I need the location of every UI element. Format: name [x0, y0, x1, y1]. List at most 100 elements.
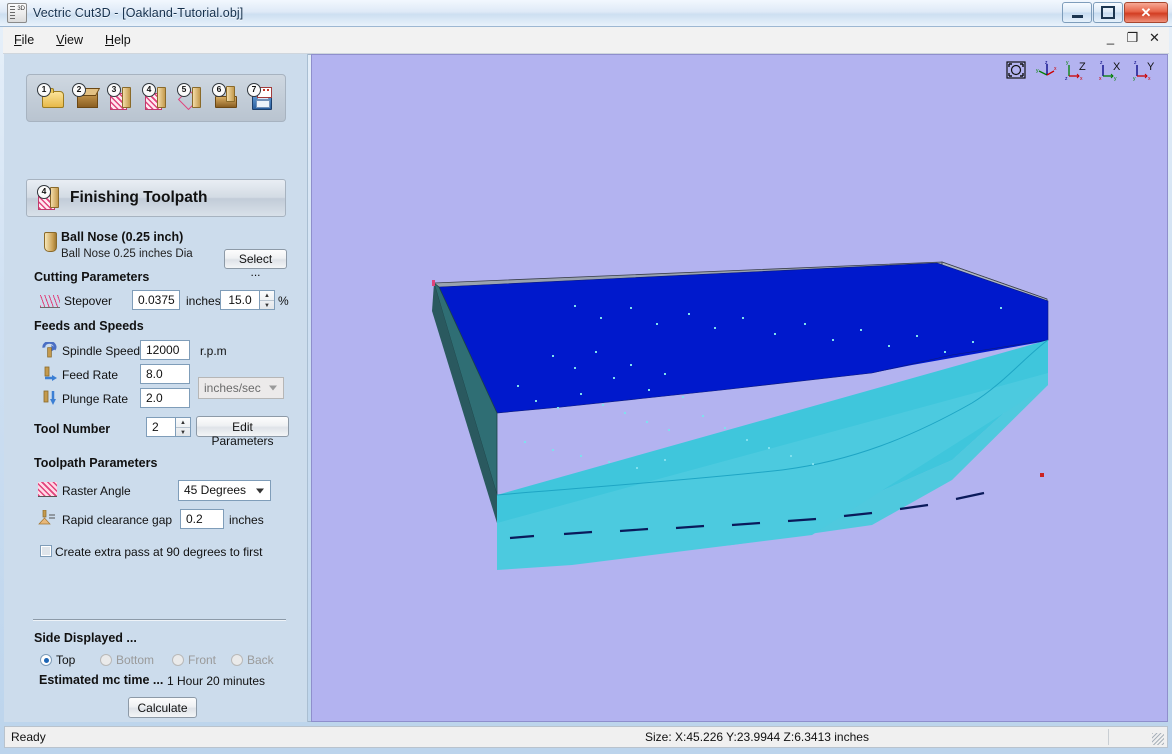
left-panel: 1 2 3 4 5 6 7 4 Finishing Toolpath Ball … [4, 54, 308, 722]
rapid-clearance-input[interactable]: 0.2 [180, 509, 224, 529]
radio-side-bottom[interactable] [100, 654, 112, 666]
step-number: 5 [177, 83, 191, 97]
finishing-toolpath-icon: 4 [37, 185, 61, 211]
rapid-clearance-label: Rapid clearance gap [62, 513, 173, 527]
window-title: Vectric Cut3D - [Oakland-Tutorial.obj] [33, 6, 244, 20]
rate-units-select[interactable]: inches/sec [198, 377, 284, 399]
side-displayed-title: Side Displayed ... [34, 631, 137, 645]
stepover-units-label: inches [186, 294, 221, 308]
close-button[interactable]: ✕ [1124, 2, 1168, 23]
maximize-button[interactable] [1093, 2, 1123, 23]
page-title: Finishing Toolpath [70, 189, 208, 206]
radio-side-back-label: Back [247, 653, 274, 667]
ball-nose-tool-icon [44, 232, 57, 252]
raster-angle-icon [38, 482, 57, 497]
menu-help-label: elp [114, 33, 131, 47]
rapid-clearance-units-label: inches [229, 513, 264, 527]
menu-file[interactable]: File [3, 30, 45, 50]
stepper-down-icon[interactable]: ▼ [176, 428, 190, 437]
svg-text:x: x [1054, 66, 1057, 72]
feed-rate-icon [44, 366, 57, 381]
radio-side-front[interactable] [172, 654, 184, 666]
close-icon: ✕ [1140, 5, 1152, 20]
menu-view[interactable]: View [45, 30, 94, 50]
tool-name: Ball Nose (0.25 inch) [61, 230, 184, 244]
application-window: Vectric Cut3D - [Oakland-Tutorial.obj] ✕… [0, 0, 1172, 754]
mdi-minimize-button[interactable]: _ [1104, 31, 1117, 44]
spindle-speed-label: Spindle Speed [62, 344, 141, 358]
mdi-close-button[interactable]: ✕ [1148, 31, 1161, 44]
step-number: 3 [107, 83, 121, 97]
stepper-down-icon[interactable]: ▼ [260, 301, 274, 310]
toolbar-step-5-cutout-toolpath[interactable]: 5 [177, 83, 204, 112]
zoom-to-fit-button[interactable] [1005, 59, 1027, 81]
chevron-down-icon [256, 488, 264, 493]
front-view-button[interactable]: z y x Y [1133, 59, 1159, 82]
stepover-percent-stepper[interactable]: ▲ ▼ [260, 290, 275, 310]
status-separator [1108, 729, 1109, 745]
svg-text:y: y [1036, 68, 1039, 74]
svg-text:y: y [1133, 76, 1136, 81]
3d-view-canvas[interactable]: y z x y z x Z z x y X z y x Y [311, 54, 1168, 722]
toolpath-parameters-title: Toolpath Parameters [34, 456, 158, 470]
feed-rate-label: Feed Rate [62, 368, 119, 382]
minimize-button[interactable] [1062, 2, 1092, 23]
toolbar-step-2-material-setup[interactable]: 2 [72, 83, 99, 112]
stepover-input[interactable]: 0.0375 [132, 290, 180, 310]
spindle-speed-icon [42, 342, 57, 358]
tool-number-input[interactable]: 2 [146, 417, 176, 437]
radio-side-front-label: Front [188, 653, 217, 667]
status-bar: Ready Size: X:45.226 Y:23.9944 Z:6.3413 … [4, 726, 1168, 748]
stepper-up-icon[interactable]: ▲ [176, 418, 190, 428]
mdi-restore-button[interactable]: ❐ [1126, 31, 1139, 44]
step-toolbar: 1 2 3 4 5 6 7 [26, 74, 286, 122]
extra-pass-label: Create extra pass at 90 degrees to first [55, 545, 263, 559]
step-number: 2 [72, 83, 86, 97]
svg-text:x: x [1148, 76, 1151, 81]
step-number: 4 [37, 185, 51, 199]
select-tool-button[interactable]: Select ... [224, 249, 287, 279]
svg-text:x: x [1099, 76, 1102, 81]
menu-help[interactable]: Help [94, 30, 142, 50]
calculate-button[interactable]: Calculate [128, 697, 197, 718]
checkbox-inner [42, 547, 50, 555]
side-view-button[interactable]: z x y X [1099, 59, 1125, 82]
feed-rate-input[interactable]: 8.0 [140, 364, 190, 384]
stepover-percent-input[interactable]: 15.0 [220, 290, 260, 310]
svg-text:X: X [1113, 61, 1121, 73]
tool-number-label: Tool Number [34, 422, 111, 436]
extra-pass-checkbox[interactable] [40, 545, 52, 557]
stepover-icon [40, 295, 60, 308]
step-number: 7 [247, 83, 261, 97]
toolbar-step-4-finishing-toolpath[interactable]: 4 [142, 83, 169, 112]
svg-text:z: z [1065, 76, 1068, 81]
toolbar-step-6-preview-toolpath[interactable]: 6 [212, 83, 239, 112]
radio-side-top[interactable] [40, 654, 52, 666]
window-controls: ✕ [1062, 2, 1168, 23]
plunge-rate-icon [43, 390, 56, 405]
tool-number-stepper[interactable]: ▲ ▼ [176, 417, 191, 437]
chevron-down-icon [269, 385, 277, 391]
radio-side-bottom-label: Bottom [116, 653, 155, 667]
plunge-rate-input[interactable]: 2.0 [140, 388, 190, 408]
resize-grip[interactable] [1152, 733, 1164, 745]
raster-angle-value: 45 Degrees [184, 483, 247, 497]
menu-bar: File View Help _ ❐ ✕ [3, 27, 1169, 54]
cutting-parameters-title: Cutting Parameters [34, 270, 150, 284]
tool-bit-icon [157, 87, 166, 108]
top-view-button[interactable]: y z x Z [1065, 59, 1091, 82]
edit-parameters-button[interactable]: Edit Parameters [196, 416, 289, 448]
view-toolbar: y z x y z x Z z x y X z y x Y [1005, 59, 1159, 82]
isometric-view-button[interactable]: y z x [1035, 59, 1057, 81]
raster-angle-label: Raster Angle [62, 484, 131, 498]
step-number: 1 [37, 83, 51, 97]
toolbar-step-7-save-toolpath[interactable]: 7 [247, 83, 274, 112]
radio-side-back[interactable] [231, 654, 243, 666]
toolbar-step-3-roughing-toolpath[interactable]: 3 [107, 83, 134, 112]
status-ready-text: Ready [11, 730, 46, 744]
spindle-speed-input[interactable]: 12000 [140, 340, 190, 360]
raster-angle-select[interactable]: 45 Degrees [178, 480, 271, 501]
stepper-up-icon[interactable]: ▲ [260, 291, 274, 301]
toolbar-step-1-open-model[interactable]: 1 [37, 83, 64, 112]
svg-text:y: y [1114, 76, 1117, 81]
